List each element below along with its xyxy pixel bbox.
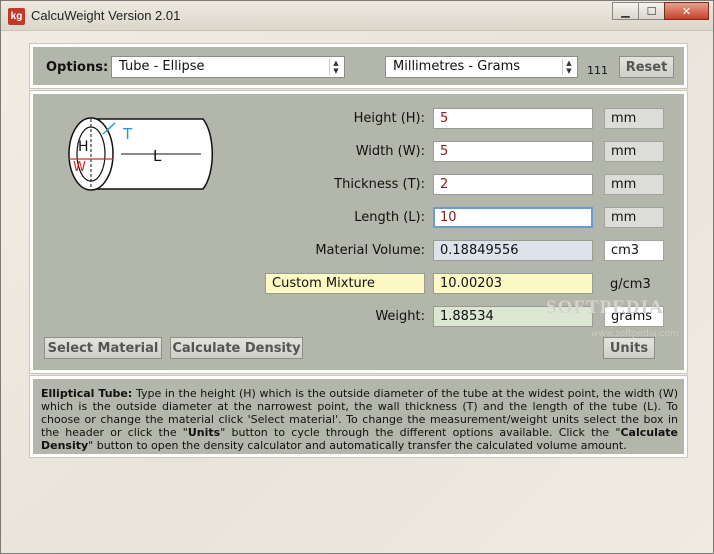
- height-unit: mm: [604, 108, 664, 129]
- close-button[interactable]: ✕: [664, 2, 709, 20]
- tube-diagram: H W T L: [68, 117, 214, 191]
- description-panel: Elliptical Tube: Type in the height (H) …: [30, 376, 687, 457]
- units-select[interactable]: Millimetres - Grams ▲ ▼: [385, 56, 578, 78]
- width-label: Width (W):: [355, 144, 425, 159]
- density-unit: g/cm3: [610, 277, 651, 292]
- material-name: Custom Mixture: [265, 273, 425, 294]
- thickness-unit: mm: [604, 174, 664, 195]
- softpedia-url: www.softpedia.com: [591, 329, 679, 339]
- thickness-label: Thickness (T):: [334, 177, 425, 192]
- width-unit: mm: [604, 141, 664, 162]
- shape-select[interactable]: Tube - Ellipse ▲ ▼: [111, 56, 345, 78]
- description-text: Elliptical Tube: Type in the height (H) …: [41, 387, 678, 452]
- window-title: CalcuWeight Version 2.01: [31, 8, 181, 23]
- calculate-density-button[interactable]: Calculate Density: [170, 337, 303, 359]
- length-label: Length (L):: [354, 210, 425, 225]
- select-material-button[interactable]: Select Material: [44, 337, 162, 359]
- length-input[interactable]: 10: [433, 207, 593, 228]
- width-input[interactable]: 5: [433, 141, 593, 162]
- shape-select-value: Tube - Ellipse: [119, 59, 205, 74]
- main-panel: H W T L Height (H): 5 mm Width (W): 5 mm…: [30, 91, 687, 373]
- app-icon: kg: [8, 8, 25, 25]
- reset-button[interactable]: Reset: [619, 56, 674, 78]
- diagram-h-label: H: [78, 139, 89, 155]
- options-panel: Options: Tube - Ellipse ▲ ▼ Millimetres -…: [30, 44, 687, 88]
- density-input[interactable]: 10.00203: [433, 273, 593, 294]
- app-window: kg CalcuWeight Version 2.01 ▁ ☐ ✕ Option…: [0, 0, 714, 554]
- counter-text: 111: [587, 64, 608, 77]
- length-unit: mm: [604, 207, 664, 228]
- diagram-w-label: W: [73, 160, 86, 175]
- chevron-updown-icon: ▲ ▼: [562, 59, 575, 75]
- units-select-value: Millimetres - Grams: [393, 59, 521, 74]
- height-input[interactable]: 5: [433, 108, 593, 129]
- title-bar[interactable]: kg CalcuWeight Version 2.01 ▁ ☐ ✕: [1, 1, 713, 31]
- weight-label: Weight:: [375, 309, 425, 324]
- softpedia-watermark: SOFTPEDIA: [546, 297, 664, 318]
- window-controls: ▁ ☐ ✕: [612, 2, 709, 20]
- height-label: Height (H):: [353, 111, 425, 126]
- chevron-updown-icon: ▲ ▼: [329, 59, 342, 75]
- diagram-l-label: L: [153, 147, 162, 165]
- volume-unit: cm3: [604, 240, 664, 261]
- volume-output: 0.18849556: [433, 240, 593, 261]
- desc-part3: " button to open the density calculator …: [88, 439, 627, 452]
- desc-part2: " button to cycle through the different …: [220, 426, 621, 439]
- units-button[interactable]: Units: [603, 337, 655, 359]
- diagram-t-label: T: [122, 125, 133, 143]
- maximize-button[interactable]: ☐: [638, 2, 665, 20]
- minimize-button[interactable]: ▁: [612, 2, 639, 20]
- desc-title: Elliptical Tube:: [41, 387, 133, 400]
- desc-units-bold: Units: [187, 426, 221, 439]
- thickness-input[interactable]: 2: [433, 174, 593, 195]
- options-label: Options:: [46, 60, 109, 75]
- volume-label: Material Volume:: [315, 243, 425, 258]
